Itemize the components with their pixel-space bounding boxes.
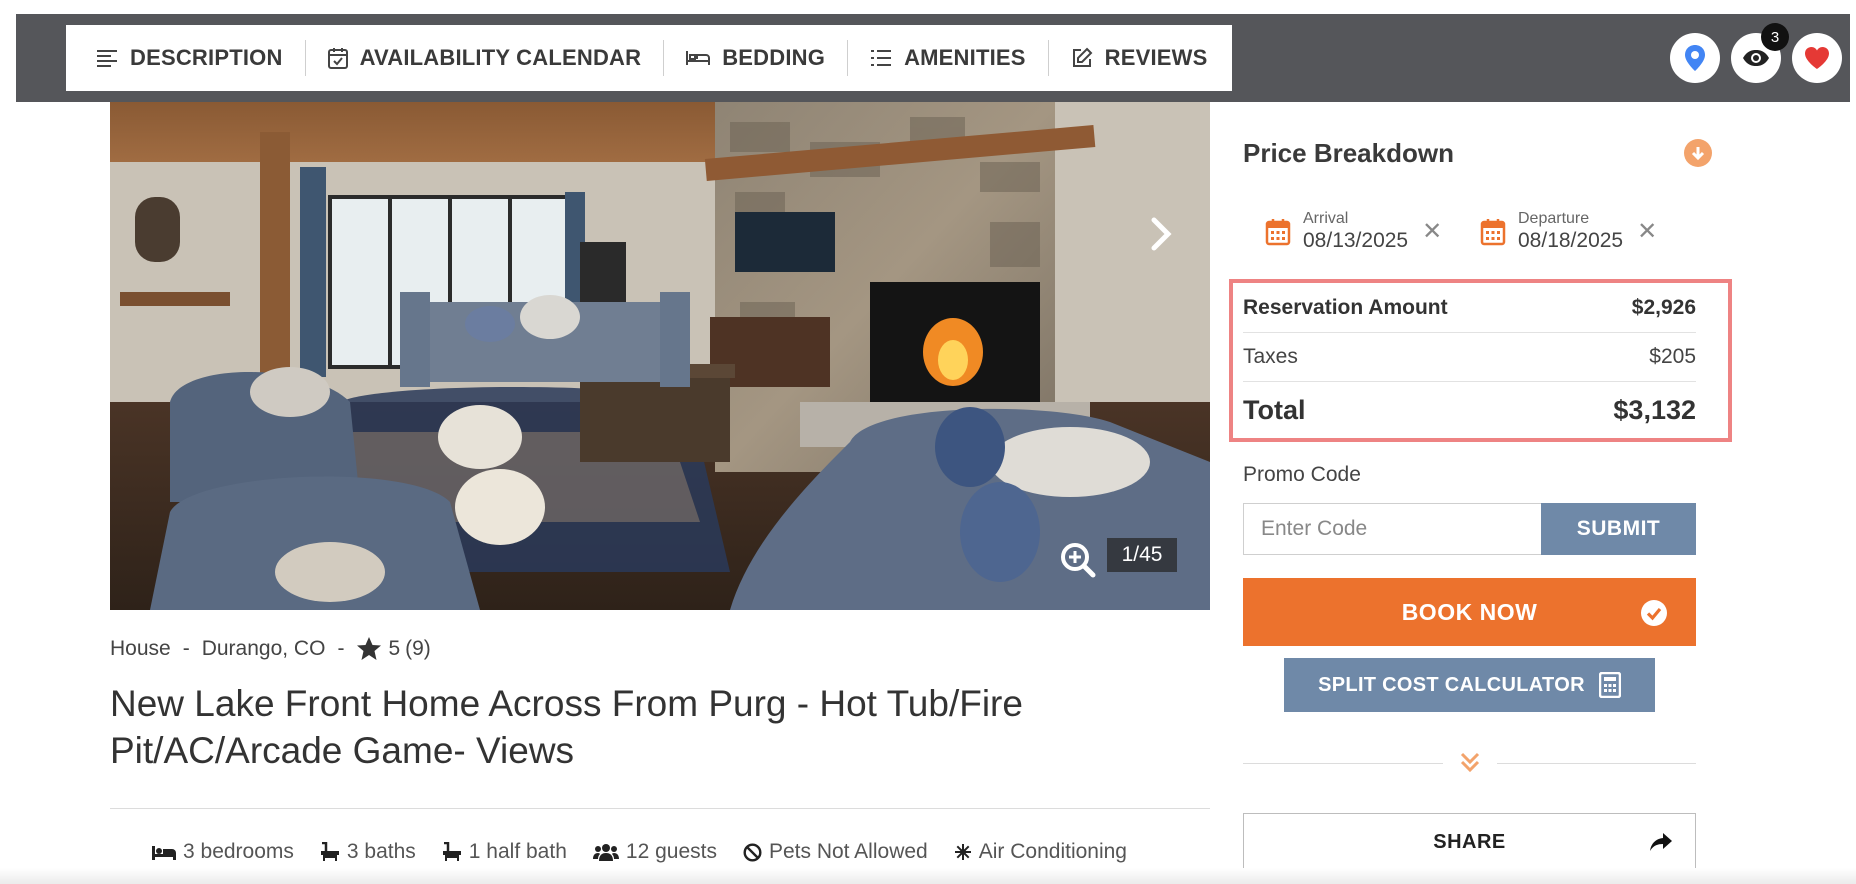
promo-submit-button[interactable]: SUBMIT	[1541, 503, 1696, 555]
living-room-image	[110, 102, 1210, 610]
feature-label: 3 baths	[346, 840, 416, 863]
listing-meta: House - Durango, CO - 5 (9)	[110, 636, 431, 661]
feature-list: 3 bedrooms 3 baths 1 half bath 12 guests…	[152, 840, 1153, 864]
tab-reviews[interactable]: REVIEWS	[1047, 40, 1230, 76]
property-type: House	[110, 636, 171, 660]
feature-half-bath: 1 half bath	[442, 840, 567, 864]
eye-icon	[1743, 50, 1769, 66]
property-photo[interactable]	[110, 102, 1210, 610]
book-now-label: BOOK NOW	[1401, 598, 1538, 625]
reservation-amount-value: $2,926	[1631, 296, 1696, 319]
review-count[interactable]: (9)	[405, 637, 431, 661]
departure-value: 08/18/2025	[1518, 229, 1624, 252]
viewed-count-badge: 3	[1761, 23, 1789, 51]
feature-label: Air Conditioning	[978, 840, 1127, 863]
check-circle-icon	[1641, 600, 1667, 626]
price-breakdown-title: Price Breakdown	[1243, 138, 1454, 168]
feature-label: 1 half bath	[468, 840, 567, 863]
share-button[interactable]: SHARE	[1243, 813, 1696, 871]
more-divider-right	[1497, 763, 1696, 764]
arrival-value: 08/13/2025	[1303, 229, 1409, 252]
clear-departure-icon[interactable]: ✕	[1637, 217, 1657, 246]
row-divider	[1243, 332, 1696, 333]
feature-bedrooms: 3 bedrooms	[152, 840, 294, 864]
feature-pets: Pets Not Allowed	[743, 840, 928, 864]
tab-bedding[interactable]: BEDDING	[663, 40, 847, 76]
bed-icon	[686, 51, 711, 65]
star-icon	[357, 637, 382, 660]
tab-amenities[interactable]: AMENITIES	[847, 40, 1048, 76]
rating-value: 5	[388, 636, 401, 660]
heart-icon	[1805, 47, 1829, 69]
calendar-icon	[1480, 218, 1506, 245]
arrival-date-field[interactable]: Arrival 08/13/2025 ✕	[1265, 210, 1442, 253]
feature-baths: 3 baths	[320, 840, 416, 864]
split-cost-label: SPLIT COST CALCULATOR	[1318, 673, 1585, 696]
feature-air-conditioning: Air Conditioning	[954, 840, 1127, 864]
feature-label: 3 bedrooms	[183, 840, 294, 863]
departure-label: Departure	[1518, 210, 1590, 227]
section-divider	[110, 808, 1210, 809]
property-location: Durango, CO	[201, 636, 326, 660]
total-row: Total $3,132	[1243, 391, 1696, 429]
snowflake-icon	[954, 844, 971, 860]
reservation-amount-label: Reservation Amount	[1243, 296, 1448, 319]
edit-icon	[1072, 47, 1093, 67]
map-button[interactable]	[1670, 33, 1720, 83]
promo-code-label: Promo Code	[1243, 463, 1361, 486]
taxes-row: Taxes $205	[1243, 342, 1696, 372]
more-divider-left	[1243, 763, 1443, 764]
taxes-value: $205	[1649, 345, 1696, 368]
calendar-icon	[1265, 218, 1291, 245]
tab-reviews-label: REVIEWS	[1104, 45, 1208, 70]
arrival-label: Arrival	[1303, 210, 1349, 227]
tab-description-label: DESCRIPTION	[130, 45, 283, 70]
page-bottom-fade	[0, 868, 1856, 884]
book-now-button[interactable]: BOOK NOW	[1243, 578, 1696, 646]
map-pin-icon	[1685, 45, 1705, 71]
departure-date-field[interactable]: Departure 08/18/2025 ✕	[1480, 210, 1657, 253]
tab-availability-calendar[interactable]: AVAILABILITY CALENDAR	[304, 40, 664, 76]
listing-title: New Lake Front Home Across From Purg - H…	[110, 683, 1023, 771]
section-tabs: DESCRIPTION AVAILABILITY CALENDAR BEDDIN…	[66, 25, 1232, 91]
photo-counter: 1/45	[1107, 538, 1177, 572]
feature-guests: 12 guests	[592, 840, 717, 864]
double-chevron-down-icon[interactable]	[1458, 750, 1482, 774]
share-label: SHARE	[1433, 830, 1506, 853]
total-value: $3,132	[1613, 394, 1696, 425]
tab-availability-label: AVAILABILITY CALENDAR	[359, 45, 642, 70]
tab-description[interactable]: DESCRIPTION	[96, 40, 305, 76]
favorites-button[interactable]	[1792, 33, 1842, 83]
taxes-label: Taxes	[1243, 345, 1298, 368]
share-arrow-icon	[1650, 833, 1672, 851]
top-nav-bar: DESCRIPTION AVAILABILITY CALENDAR BEDDIN…	[16, 14, 1850, 102]
meta-separator: -	[182, 636, 190, 660]
price-breakdown-toggle[interactable]	[1684, 139, 1712, 167]
bed-icon	[152, 846, 176, 860]
zoom-in-icon[interactable]	[1060, 542, 1096, 578]
tab-amenities-label: AMENITIES	[904, 45, 1026, 70]
recently-viewed-button[interactable]: 3	[1731, 23, 1789, 83]
bath-icon	[320, 842, 339, 861]
promo-code-input[interactable]: Enter Code	[1243, 503, 1541, 555]
feature-label: Pets Not Allowed	[768, 840, 928, 863]
description-lines-icon	[97, 50, 117, 67]
feature-label: 12 guests	[625, 840, 717, 863]
reservation-amount-row: Reservation Amount $2,926	[1243, 293, 1696, 323]
tab-bedding-label: BEDDING	[722, 45, 826, 70]
calendar-check-icon	[327, 48, 348, 69]
total-label: Total	[1243, 394, 1306, 425]
users-icon	[592, 844, 619, 861]
row-divider	[1243, 381, 1696, 382]
meta-separator: -	[337, 636, 345, 660]
split-cost-calculator-button[interactable]: SPLIT COST CALCULATOR	[1284, 658, 1655, 712]
list-icon	[871, 50, 892, 66]
bath-icon	[442, 842, 461, 861]
ban-icon	[743, 842, 762, 862]
clear-arrival-icon[interactable]: ✕	[1422, 217, 1442, 246]
arrow-down-icon	[1691, 147, 1705, 161]
calculator-icon	[1598, 672, 1621, 698]
next-photo-chevron-icon[interactable]	[1150, 216, 1172, 252]
